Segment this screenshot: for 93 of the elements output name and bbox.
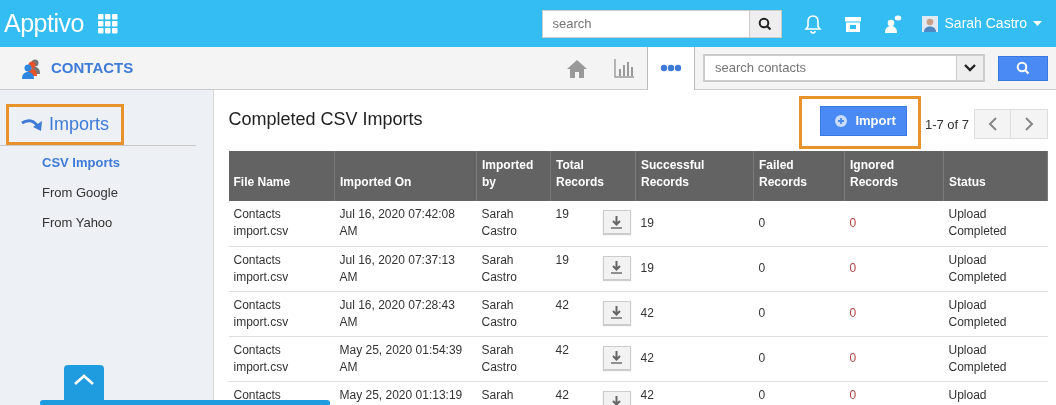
person-chat-icon[interactable] bbox=[883, 13, 902, 34]
nav-tab[interactable] bbox=[647, 46, 695, 90]
download-icon bbox=[611, 215, 622, 229]
table-cell-text: 42 bbox=[555, 296, 569, 314]
search-icon bbox=[758, 16, 772, 31]
table-cell: 19 bbox=[640, 215, 654, 230]
table-cell-text: 19 bbox=[555, 206, 569, 223]
table-cell: Contacts import.csv bbox=[233, 297, 289, 329]
download-button[interactable] bbox=[602, 345, 631, 370]
table-cell: Contacts import.csv bbox=[233, 207, 289, 238]
curved-arrow-icon bbox=[21, 117, 43, 132]
table-cell: 0 bbox=[849, 215, 857, 230]
apps-grid-icon[interactable] bbox=[97, 13, 118, 34]
table-cell: 42 bbox=[640, 351, 654, 365]
user-menu[interactable]: Sarah Castro bbox=[944, 13, 1027, 34]
home-icon bbox=[565, 57, 588, 79]
table-cell: 0 bbox=[758, 387, 766, 402]
column-header: Total Records bbox=[550, 151, 636, 201]
table-cell: 0 bbox=[758, 261, 766, 275]
page-title: Completed CSV Imports bbox=[228, 109, 423, 131]
contacts-icon bbox=[21, 57, 43, 79]
sidebar-link[interactable]: From Google bbox=[0, 178, 213, 208]
download-icon bbox=[611, 261, 622, 274]
sidebar-link[interactable]: From Yahoo bbox=[0, 208, 213, 238]
column-header: Status bbox=[943, 151, 1048, 201]
table-cell: Contacts import.csv bbox=[233, 252, 289, 284]
pagination-count: 1-7 of 7 bbox=[924, 116, 969, 134]
table-cell: 0 bbox=[758, 215, 766, 230]
chevron-up-icon bbox=[73, 373, 95, 385]
table-cell: 19 bbox=[640, 261, 654, 275]
column-header: Successful Records bbox=[635, 151, 754, 201]
table-cell: Contacts import.csv bbox=[233, 342, 289, 374]
chevron-right-icon bbox=[1024, 117, 1034, 131]
download-icon bbox=[611, 351, 622, 364]
contact-search-input[interactable]: search contacts bbox=[704, 55, 957, 81]
bell-icon[interactable] bbox=[803, 13, 822, 34]
column-header: Failed Records bbox=[753, 151, 845, 201]
table-cell: Upload bbox=[948, 387, 987, 402]
table-cell: Upload Completed bbox=[948, 252, 1007, 284]
download-button[interactable] bbox=[602, 210, 631, 234]
table-cell: 0 bbox=[758, 351, 766, 365]
table-cell: 42 bbox=[640, 387, 654, 402]
scroll-up-button[interactable] bbox=[64, 365, 104, 400]
column-header: Imported by bbox=[476, 151, 551, 201]
chevron-down-icon bbox=[964, 64, 976, 72]
table-cell: Sarah Castro bbox=[481, 207, 517, 238]
column-header: Imported On bbox=[334, 151, 477, 201]
previous-page-button[interactable] bbox=[974, 109, 1011, 139]
table-cell: Jul 16, 2020 07:28:43 AM bbox=[339, 297, 455, 329]
next-page-button[interactable] bbox=[1011, 109, 1048, 139]
table-cell: Contacts bbox=[233, 387, 281, 402]
table-cell: May 25, 2020 01:54:39 AM bbox=[339, 342, 463, 374]
contact-search-field[interactable]: search contacts bbox=[703, 54, 985, 82]
caret-icon bbox=[1033, 20, 1042, 27]
table-cell: 42 bbox=[640, 306, 654, 320]
table-cell: 0 bbox=[849, 261, 857, 275]
import-button[interactable]: Import bbox=[820, 106, 907, 136]
app-logo[interactable]: Apptivo bbox=[4, 4, 84, 43]
table-cell: 0 bbox=[849, 306, 857, 320]
dropdown-button[interactable] bbox=[957, 55, 984, 81]
table-cell: Sarah Castro bbox=[481, 297, 517, 329]
table-cell-text: 19 bbox=[555, 251, 569, 269]
download-button[interactable] bbox=[602, 255, 631, 280]
download-icon bbox=[611, 306, 622, 319]
search-button[interactable] bbox=[749, 9, 782, 38]
sidebar-link[interactable]: CSV Imports bbox=[0, 148, 213, 178]
table-cell: Jul 16, 2020 07:37:13 AM bbox=[339, 252, 455, 284]
bar-chart-icon bbox=[612, 57, 635, 79]
table-cell: Upload Completed bbox=[948, 342, 1007, 374]
table-cell: 0 bbox=[758, 306, 766, 320]
table-cell: 0 bbox=[849, 387, 857, 402]
avatar-icon bbox=[921, 15, 938, 32]
sidebar-heading: Imports bbox=[6, 104, 124, 145]
table-cell: May 25, 2020 01:13:19 bbox=[339, 387, 463, 402]
table-cell: Sarah Castro bbox=[481, 342, 517, 374]
column-header: File Name bbox=[228, 151, 335, 201]
table-cell: Sarah Castro bbox=[481, 252, 517, 284]
table-cell: 0 bbox=[849, 351, 857, 365]
table-cell: Upload Completed bbox=[948, 207, 1007, 238]
table-cell-text: 42 bbox=[555, 341, 569, 359]
column-header: Ignored Records bbox=[844, 151, 944, 201]
plus-circle-icon bbox=[835, 115, 848, 127]
more-icon bbox=[660, 63, 682, 73]
chevron-left-icon bbox=[988, 117, 997, 131]
store-icon[interactable] bbox=[843, 14, 862, 33]
table-cell: Sarah bbox=[481, 387, 514, 402]
scroll-bar[interactable] bbox=[40, 400, 330, 405]
table-cell: Jul 16, 2020 07:42:08 AM bbox=[339, 207, 455, 238]
search-icon bbox=[1016, 61, 1030, 75]
download-button[interactable] bbox=[602, 300, 631, 325]
table-cell-text: 42 bbox=[555, 386, 569, 404]
table-cell: Upload Completed bbox=[948, 297, 1007, 329]
app-title: CONTACTS bbox=[51, 57, 134, 78]
